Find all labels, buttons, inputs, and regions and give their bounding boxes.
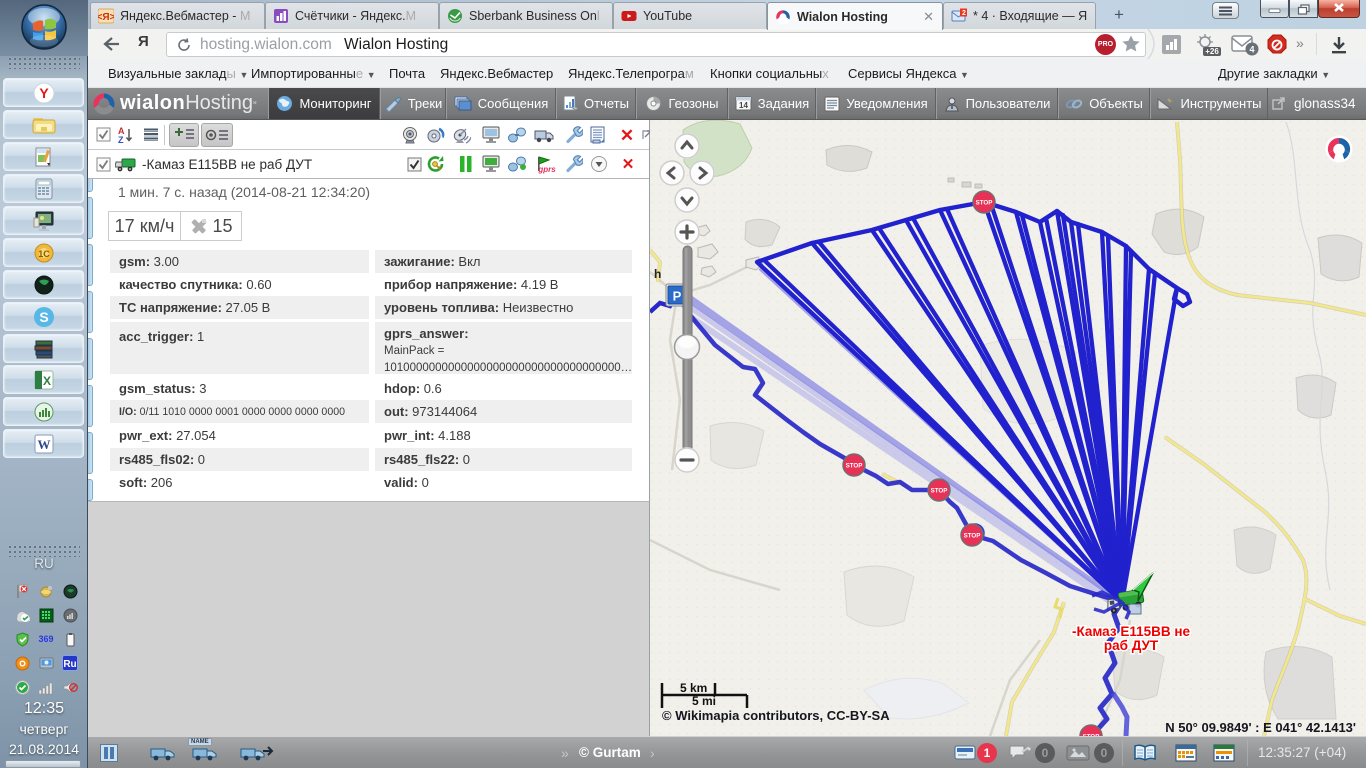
svg-text:h: h xyxy=(654,267,661,281)
svg-text:2: 2 xyxy=(962,10,966,17)
svg-text:P: P xyxy=(673,289,682,304)
svg-text:S: S xyxy=(39,309,48,325)
svg-text:W: W xyxy=(37,437,50,452)
svg-text:<Я>: <Я> xyxy=(98,12,114,23)
svg-text:X: X xyxy=(42,374,50,388)
svg-text:5 mi: 5 mi xyxy=(692,694,716,708)
svg-text:Y: Y xyxy=(39,85,49,101)
svg-text:-Камаз Е115ВВ не: -Камаз Е115ВВ не xyxy=(1072,624,1191,639)
svg-text:14: 14 xyxy=(739,101,748,110)
svg-text:STOP: STOP xyxy=(964,533,981,540)
svg-text:STOP: STOP xyxy=(931,488,948,495)
svg-text:STOP: STOP xyxy=(846,463,863,470)
svg-text:Ru: Ru xyxy=(63,659,76,670)
svg-text:1С: 1С xyxy=(38,249,50,259)
svg-text:+26: +26 xyxy=(1205,47,1219,56)
svg-text:gprs: gprs xyxy=(537,165,556,174)
svg-text:4: 4 xyxy=(1249,45,1254,55)
svg-text:STOP: STOP xyxy=(976,200,993,207)
svg-text:раб ДУТ: раб ДУТ xyxy=(1104,638,1159,653)
svg-text:Z: Z xyxy=(118,135,124,145)
svg-text:© Wikimapia contributors, CC-B: © Wikimapia contributors, CC-BY-SA xyxy=(662,708,890,723)
svg-text:N 50° 09.9849' : E 041° 42.141: N 50° 09.9849' : E 041° 42.1413' xyxy=(1165,720,1356,735)
svg-text:5 km: 5 km xyxy=(680,681,707,695)
